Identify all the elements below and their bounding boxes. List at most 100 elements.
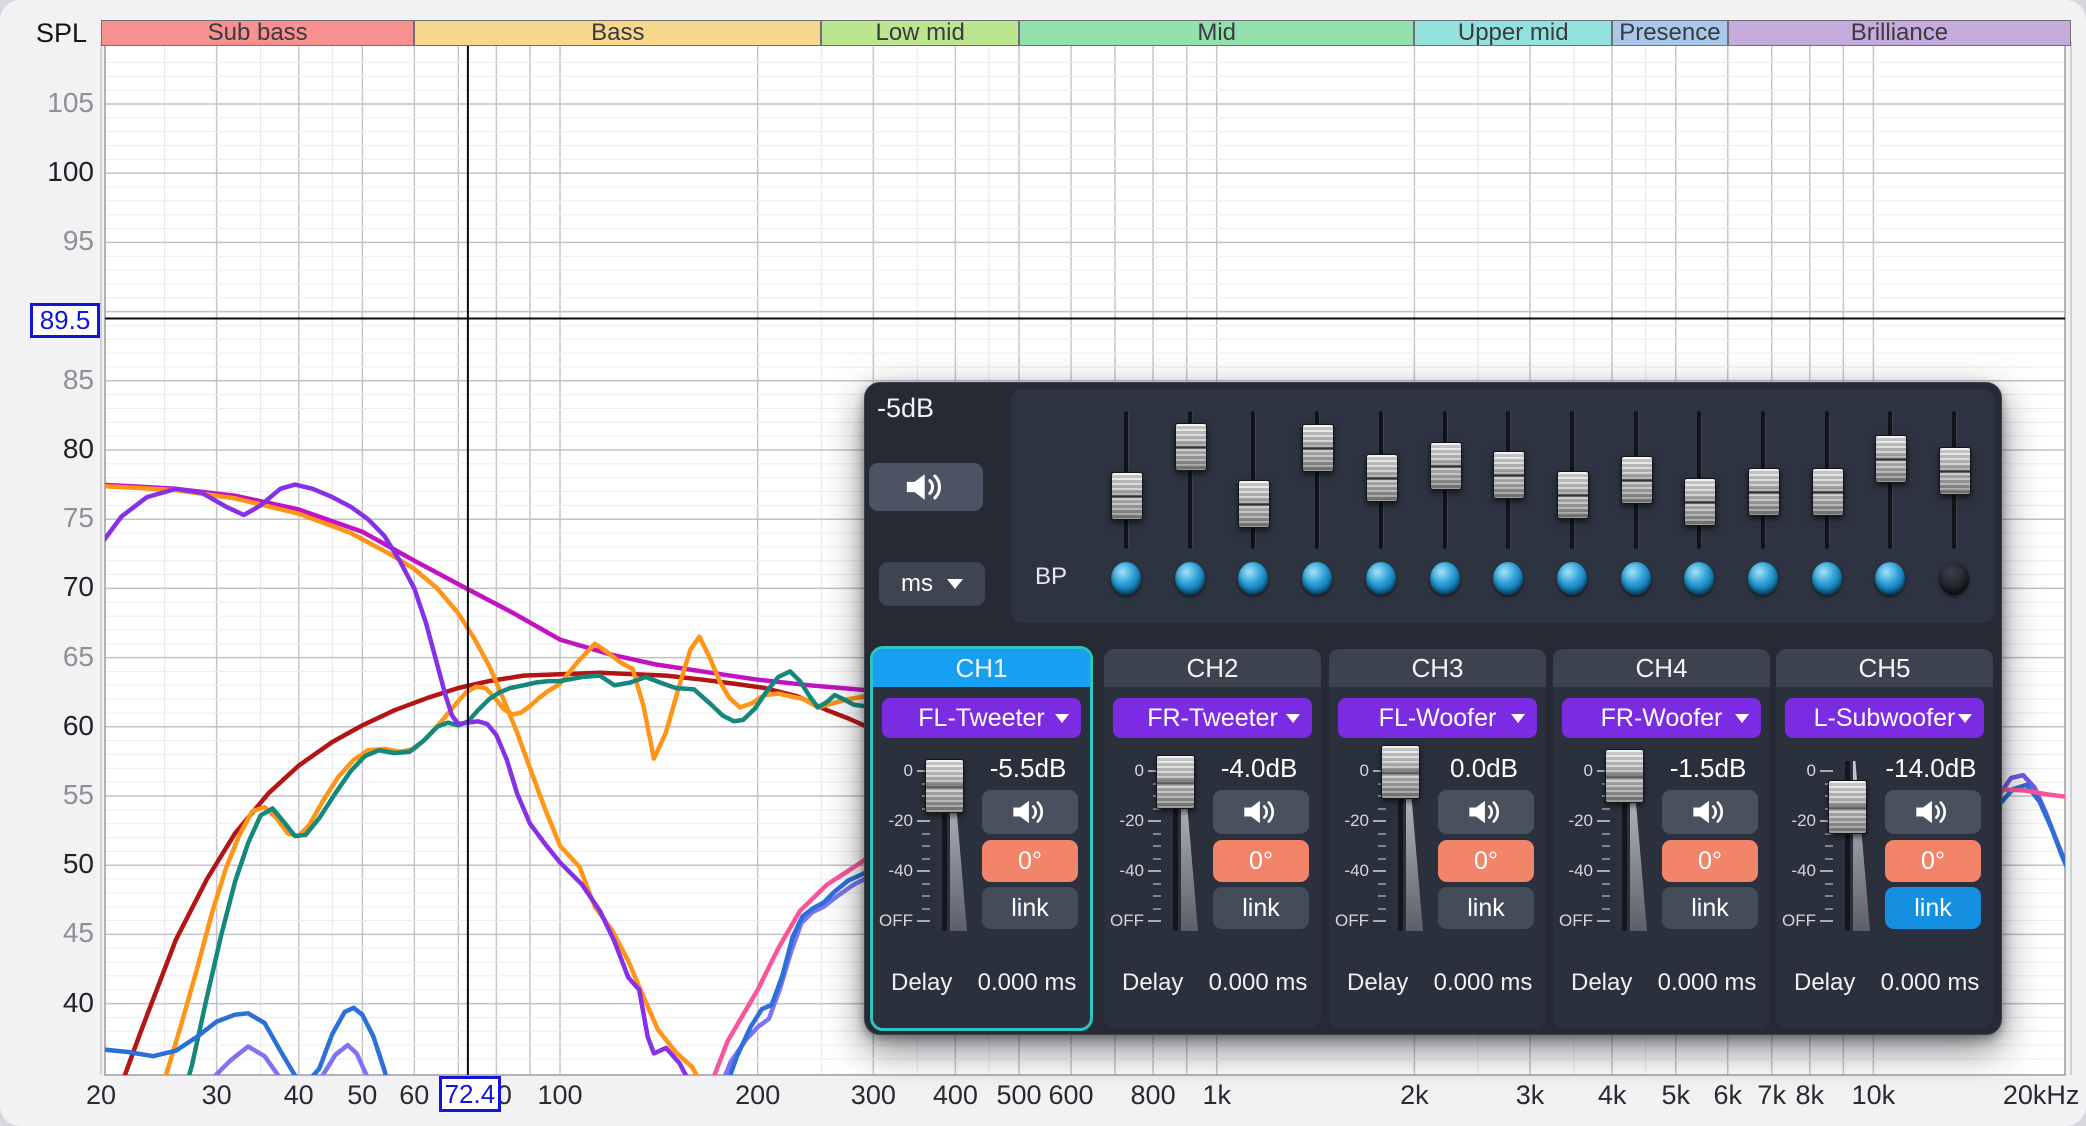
fader-scale-label: -40 xyxy=(1782,861,1816,881)
x-axis-label: 5k xyxy=(1661,1080,1690,1111)
speaker-icon xyxy=(1466,797,1506,827)
channel-header-ch2[interactable]: CH2 xyxy=(1104,649,1321,687)
channel-mute-button[interactable] xyxy=(1885,790,1981,834)
eq-band-led[interactable] xyxy=(1557,562,1587,595)
channel-fader-knob[interactable] xyxy=(925,759,964,813)
channel-mute-button[interactable] xyxy=(1438,790,1534,834)
master-mute-button[interactable] xyxy=(869,463,983,511)
channel-header-ch1[interactable]: CH1 xyxy=(873,649,1090,687)
eq-slider-2[interactable] xyxy=(1168,389,1212,623)
channel-phase-button[interactable]: 0° xyxy=(1885,840,1981,882)
channel-link-button[interactable]: link xyxy=(1438,887,1534,929)
eq-slider-knob[interactable] xyxy=(1557,471,1589,519)
eq-band-led[interactable] xyxy=(1430,562,1460,595)
y-axis-label: 50 xyxy=(0,848,94,880)
channel-phase-button[interactable]: 0° xyxy=(1662,840,1758,882)
x-axis-label: 20kHz xyxy=(2003,1080,2080,1111)
channel-link-button[interactable]: link xyxy=(982,887,1078,929)
x-axis-label: 6k xyxy=(1713,1080,1742,1111)
eq-slider-knob[interactable] xyxy=(1875,435,1907,483)
eq-slider-6[interactable] xyxy=(1423,389,1467,623)
fader-scale-minor-tick xyxy=(1378,833,1386,835)
channel-phase-button[interactable]: 0° xyxy=(1438,840,1534,882)
output-select-ch1[interactable]: FL-Tweeter xyxy=(882,698,1081,738)
eq-slider-knob[interactable] xyxy=(1430,442,1462,490)
eq-band-led[interactable] xyxy=(1111,562,1141,595)
eq-band-led[interactable] xyxy=(1302,562,1332,595)
eq-slider-14[interactable] xyxy=(1932,389,1976,623)
eq-slider-1[interactable] xyxy=(1104,389,1148,623)
fader-scale-minor-tick xyxy=(1602,808,1610,810)
eq-slider-3[interactable] xyxy=(1231,389,1275,623)
channel-phase-button[interactable]: 0° xyxy=(1213,840,1309,882)
channel-header-ch4[interactable]: CH4 xyxy=(1553,649,1770,687)
eq-slider-knob[interactable] xyxy=(1111,472,1143,520)
eq-slider-7[interactable] xyxy=(1486,389,1530,623)
eq-slider-13[interactable] xyxy=(1868,389,1912,623)
eq-band-led[interactable] xyxy=(1621,562,1651,595)
channel-mute-button[interactable] xyxy=(982,790,1078,834)
output-select-ch2[interactable]: FR-Tweeter xyxy=(1113,698,1312,738)
eq-slider-bank: BP xyxy=(1011,389,1995,623)
channel-strip-ch2: CH2FR-Tweeter0-20-40OFF-4.0dB0°linkDelay… xyxy=(1104,649,1321,1028)
fader-scale-label: 0 xyxy=(1110,761,1144,781)
output-select-ch3[interactable]: FL-Woofer xyxy=(1338,698,1537,738)
channel-fader-knob[interactable] xyxy=(1156,755,1195,809)
channel-link-button[interactable]: link xyxy=(1662,887,1758,929)
fader-scale-label: -40 xyxy=(1335,861,1369,881)
channel-gain-value: -1.5dB xyxy=(1655,753,1761,784)
channel-mute-button[interactable] xyxy=(1213,790,1309,834)
eq-slider-11[interactable] xyxy=(1741,389,1785,623)
eq-slider-knob[interactable] xyxy=(1684,478,1716,526)
x-axis-label: 1k xyxy=(1202,1080,1231,1111)
channel-fader-knob[interactable] xyxy=(1381,745,1420,799)
channel-delay-value: 0.000 ms xyxy=(1876,969,1984,997)
channel-link-button[interactable]: link xyxy=(1213,887,1309,929)
eq-slider-knob[interactable] xyxy=(1302,424,1334,472)
eq-band-led[interactable] xyxy=(1175,562,1205,595)
speaker-icon xyxy=(1241,797,1281,827)
channel-phase-button[interactable]: 0° xyxy=(982,840,1078,882)
eq-slider-knob[interactable] xyxy=(1493,451,1525,499)
x-axis-label: 600 xyxy=(1048,1080,1093,1111)
fader-scale-minor-tick xyxy=(1378,908,1386,910)
eq-band-led[interactable] xyxy=(1684,562,1714,595)
eq-band-led[interactable] xyxy=(1748,562,1778,595)
delay-unit-select[interactable]: ms xyxy=(879,562,985,606)
x-axis-label: 200 xyxy=(735,1080,780,1111)
output-select-ch5[interactable]: L-Subwoofer xyxy=(1785,698,1984,738)
eq-slider-12[interactable] xyxy=(1805,389,1849,623)
fader-scale-minor-tick xyxy=(922,858,930,860)
channel-mute-button[interactable] xyxy=(1662,790,1758,834)
eq-slider-knob[interactable] xyxy=(1812,468,1844,516)
fader-scale-tick xyxy=(1373,920,1386,922)
eq-band-led[interactable] xyxy=(1493,562,1523,595)
eq-slider-knob[interactable] xyxy=(1939,447,1971,495)
eq-band-led[interactable] xyxy=(1812,562,1842,595)
channel-fader-knob[interactable] xyxy=(1828,780,1867,834)
eq-slider-10[interactable] xyxy=(1677,389,1721,623)
eq-slider-knob[interactable] xyxy=(1621,456,1653,504)
eq-slider-knob[interactable] xyxy=(1175,423,1207,471)
eq-slider-knob[interactable] xyxy=(1366,454,1398,502)
channel-fader-knob[interactable] xyxy=(1605,749,1644,803)
eq-band-led[interactable] xyxy=(1939,562,1969,595)
channel-header-ch5[interactable]: CH5 xyxy=(1776,649,1993,687)
fader-scale-label: -40 xyxy=(1110,861,1144,881)
eq-slider-5[interactable] xyxy=(1359,389,1403,623)
eq-band-led[interactable] xyxy=(1875,562,1905,595)
eq-slider-8[interactable] xyxy=(1550,389,1594,623)
fader-scale-label: OFF xyxy=(879,911,913,931)
eq-band-led[interactable] xyxy=(1366,562,1396,595)
eq-slider-4[interactable] xyxy=(1295,389,1339,623)
fader-scale-tick xyxy=(1597,820,1610,822)
output-select-ch4[interactable]: FR-Woofer xyxy=(1562,698,1761,738)
output-select-value: FL-Woofer xyxy=(1379,704,1497,733)
channel-delay-value: 0.000 ms xyxy=(973,969,1081,997)
eq-band-led[interactable] xyxy=(1238,562,1268,595)
eq-slider-knob[interactable] xyxy=(1238,480,1270,528)
channel-link-button[interactable]: link xyxy=(1885,887,1981,929)
channel-header-ch3[interactable]: CH3 xyxy=(1329,649,1546,687)
eq-slider-knob[interactable] xyxy=(1748,468,1780,516)
eq-slider-9[interactable] xyxy=(1614,389,1658,623)
